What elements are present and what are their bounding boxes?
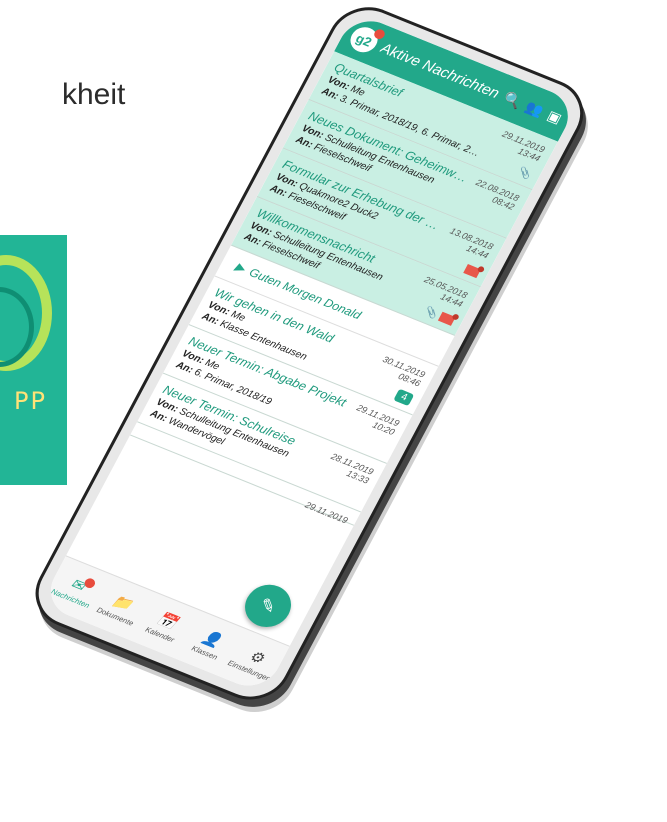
mail-icon: ✉ bbox=[68, 574, 98, 595]
expand-triangle-icon: ▶ bbox=[232, 259, 248, 276]
app-logo[interactable]: g2 bbox=[345, 23, 387, 57]
message-list: Quartalsbrief Von: Me An: 3. Primar, 201… bbox=[66, 51, 558, 646]
notification-dot bbox=[372, 27, 387, 41]
form-mail-icon bbox=[437, 311, 456, 326]
gear-icon: ⚙ bbox=[246, 647, 267, 668]
promo-text: PP bbox=[14, 387, 47, 415]
notification-dot bbox=[83, 576, 98, 590]
pencil-icon: ✎ bbox=[256, 593, 280, 618]
phone-screen: g2 Aktive Nachrichten 🔍 👥 ▣ Quartalsbrie… bbox=[40, 12, 579, 695]
form-mail-icon bbox=[463, 264, 481, 279]
people-icon[interactable]: 👥 bbox=[523, 98, 547, 120]
archive-icon[interactable]: ▣ bbox=[544, 107, 565, 127]
promo-image: PP bbox=[0, 235, 67, 485]
search-icon[interactable]: 🔍 bbox=[501, 89, 525, 111]
background-text: kheit bbox=[62, 78, 126, 111]
